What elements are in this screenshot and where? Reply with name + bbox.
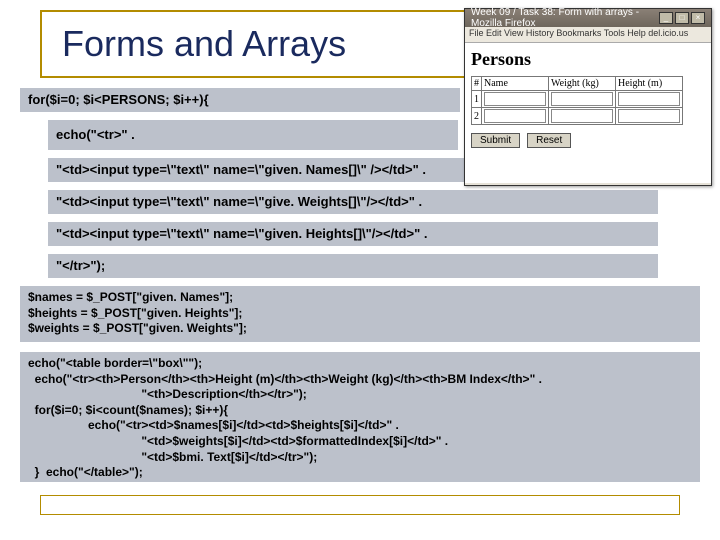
- th-height: Height (m): [616, 77, 683, 91]
- weight-input[interactable]: [551, 92, 613, 106]
- reset-button[interactable]: Reset: [527, 133, 571, 148]
- row-index: 2: [472, 108, 482, 125]
- height-input[interactable]: [618, 92, 680, 106]
- browser-titlebar: Week 09 / Task 38: Form with arrays - Mo…: [465, 9, 711, 27]
- browser-menubar[interactable]: File Edit View History Bookmarks Tools H…: [465, 27, 711, 43]
- th-index: #: [472, 77, 482, 91]
- table-row: 2: [472, 108, 683, 125]
- page-heading: Persons: [471, 49, 705, 70]
- code-echo-weights: "<td><input type=\"text\" name=\"give. W…: [48, 190, 658, 214]
- table-header-row: # Name Weight (kg) Height (m): [472, 77, 683, 91]
- footer-rule: [40, 495, 680, 515]
- close-icon[interactable]: ×: [691, 12, 705, 24]
- th-name: Name: [482, 77, 549, 91]
- code-post-vars: $names = $_POST["given. Names"]; $height…: [20, 286, 700, 342]
- code-output-table: echo("<table border=\"box\""); echo("<tr…: [20, 352, 700, 482]
- th-weight: Weight (kg): [549, 77, 616, 91]
- persons-table: # Name Weight (kg) Height (m) 1 2: [471, 76, 683, 125]
- code-for-loop: for($i=0; $i<PERSONS; $i++){: [20, 88, 460, 112]
- browser-viewport: Persons # Name Weight (kg) Height (m) 1 …: [465, 43, 711, 183]
- name-input[interactable]: [484, 109, 546, 123]
- browser-window: Week 09 / Task 38: Form with arrays - Mo…: [464, 8, 712, 186]
- weight-input[interactable]: [551, 109, 613, 123]
- code-echo-heights: "<td><input type=\"text\" name=\"given. …: [48, 222, 658, 246]
- code-echo-tr: echo("<tr>" .: [48, 120, 458, 150]
- table-row: 1: [472, 91, 683, 108]
- row-index: 1: [472, 91, 482, 108]
- submit-button[interactable]: Submit: [471, 133, 520, 148]
- height-input[interactable]: [618, 109, 680, 123]
- name-input[interactable]: [484, 92, 546, 106]
- minimize-icon[interactable]: _: [659, 12, 673, 24]
- code-echo-close: "</tr>");: [48, 254, 658, 278]
- browser-title-text: Week 09 / Task 38: Form with arrays - Mo…: [471, 7, 659, 29]
- window-buttons: _ □ ×: [659, 12, 705, 24]
- maximize-icon[interactable]: □: [675, 12, 689, 24]
- slide-title: Forms and Arrays: [62, 23, 346, 65]
- slide: Forms and Arrays for($i=0; $i<PERSONS; $…: [0, 0, 720, 540]
